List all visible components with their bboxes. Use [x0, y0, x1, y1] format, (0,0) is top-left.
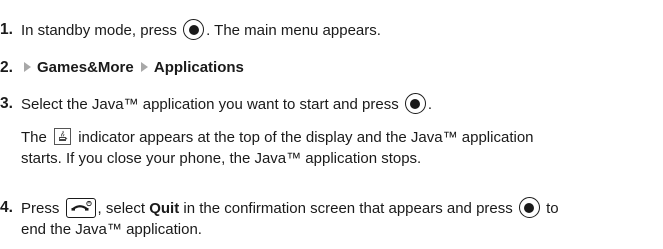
step-text: Press	[21, 200, 60, 217]
step-note-text: indicator appears at the top of the disp…	[78, 129, 534, 146]
step-body: In standby mode, press . The main menu a…	[21, 19, 663, 41]
step-text: , select	[97, 200, 146, 217]
step-text: . The main menu appears.	[206, 22, 381, 39]
step-line: Select the Java™ application you want to…	[21, 93, 663, 115]
instruction-document: 1. In standby mode, press . The main men…	[0, 0, 663, 249]
step-text: end the Java™ application.	[21, 221, 202, 238]
step-line: end the Java™ application.	[21, 219, 663, 240]
menu-path-item: Applications	[153, 59, 244, 76]
java-indicator-icon	[54, 128, 72, 145]
center-select-key-icon	[183, 19, 205, 40]
step-text: in the confirmation screen that appears …	[183, 200, 513, 217]
center-select-key-icon	[404, 93, 426, 114]
end-power-key-icon	[65, 198, 96, 218]
step-line: Press , select Quit in the confirmation …	[21, 197, 663, 219]
step-text: .	[427, 96, 433, 113]
step-note-text: starts. If you close your phone, the Jav…	[21, 150, 422, 167]
step-number: 4.	[0, 199, 13, 216]
step-number: 3.	[0, 95, 13, 112]
center-select-key-icon	[518, 197, 540, 218]
step-body: Press , select Quit in the confirmation …	[21, 197, 663, 240]
menu-path-arrow-icon	[140, 62, 148, 72]
step-number: 2.	[0, 59, 13, 76]
step-number: 1.	[0, 21, 13, 38]
step-note-text: The	[21, 129, 47, 146]
step-text: Select the Java™ application you want to…	[21, 96, 399, 113]
step-body: Games&More Applications	[21, 57, 663, 78]
quit-label: Quit	[149, 200, 180, 217]
step-text: to	[546, 200, 559, 217]
step-line: In standby mode, press . The main menu a…	[21, 19, 663, 41]
menu-path-item: Games&More	[37, 59, 134, 76]
menu-path: Games&More Applications	[21, 57, 663, 78]
menu-path-arrow-icon	[24, 62, 31, 72]
step-note-line: starts. If you close your phone, the Jav…	[21, 148, 663, 169]
step-text: In standby mode, press	[21, 22, 177, 39]
step-note-line: The indicator appears at the top of the …	[21, 127, 663, 148]
step-body: Select the Java™ application you want to…	[21, 93, 663, 169]
